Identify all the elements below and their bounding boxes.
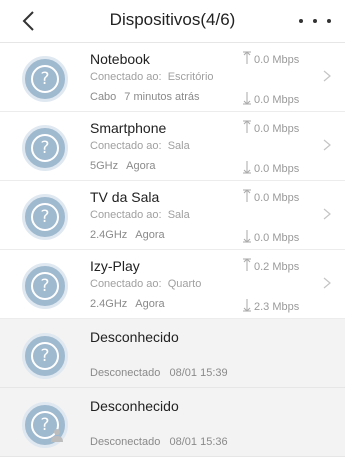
device-name: Desconhecido <box>90 398 179 414</box>
offline-device-row[interactable]: ? Desconhecido Desconectado 08/01 15:39 <box>0 319 345 388</box>
device-name: TV da Sala <box>90 189 160 205</box>
download-arrow-icon <box>243 161 251 174</box>
back-arrow-icon[interactable] <box>18 9 42 33</box>
upload-arrow-icon <box>243 120 251 133</box>
chevron-right-icon <box>323 277 331 289</box>
device-band-time: 5GHz Agora <box>90 160 156 172</box>
device-band-time: 2.4GHz Agora <box>90 229 165 241</box>
device-status: Desconectado 08/01 15:39 <box>90 367 228 379</box>
offline-device-row[interactable]: ? Desconhecido Desconectado 08/01 15:36 <box>0 388 345 457</box>
chevron-right-icon <box>323 208 331 220</box>
download-arrow-icon <box>243 92 251 105</box>
device-connection: Conectado ao: Quarto <box>90 278 202 290</box>
unknown-device-icon: ? <box>22 333 68 379</box>
device-band-time: 2.4GHz Agora <box>90 298 165 310</box>
download-speed: 0.0 Mbps <box>242 229 299 244</box>
more-options-icon[interactable] <box>299 10 331 32</box>
upload-speed: 0.2 Mbps <box>242 258 299 273</box>
upload-speed: 0.0 Mbps <box>242 120 299 135</box>
chevron-right-icon <box>323 139 331 151</box>
device-name: Desconhecido <box>90 329 179 345</box>
device-row[interactable]: ? Izy-Play Conectado ao: Quarto 2.4GHz Ag… <box>0 250 345 319</box>
upload-arrow-icon <box>243 189 251 202</box>
top-bar: Dispositivos(4/6) <box>0 0 345 43</box>
device-name: Smartphone <box>90 120 167 136</box>
download-arrow-icon <box>243 230 251 243</box>
device-row[interactable]: ? Notebook Conectado ao: Escritório Cabo… <box>0 43 345 112</box>
device-connection: Conectado ao: Escritório <box>90 71 214 83</box>
download-speed: 0.0 Mbps <box>242 91 299 106</box>
page-title: Dispositivos(4/6) <box>109 10 236 29</box>
device-connection: Conectado ao: Sala <box>90 140 190 152</box>
device-row[interactable]: ? TV da Sala Conectado ao: Sala 2.4GHz Ag… <box>0 181 345 250</box>
upload-arrow-icon <box>243 258 251 271</box>
upload-speed: 0.0 Mbps <box>242 51 299 66</box>
unknown-device-icon: ? <box>22 263 68 309</box>
device-band-time: Cabo 7 minutos atrás <box>90 91 200 103</box>
chevron-right-icon <box>323 70 331 82</box>
unknown-device-icon: ? <box>22 56 68 102</box>
unknown-device-icon: ? <box>22 125 68 171</box>
person-icon <box>51 429 63 442</box>
device-row[interactable]: ? Smartphone Conectado ao: Sala 5GHz Agor… <box>0 112 345 181</box>
device-connection: Conectado ao: Sala <box>90 209 190 221</box>
device-name: Notebook <box>90 51 150 67</box>
download-speed: 0.0 Mbps <box>242 160 299 175</box>
download-speed: 2.3 Mbps <box>242 298 299 313</box>
device-status: Desconectado 08/01 15:36 <box>90 436 228 448</box>
device-name: Izy-Play <box>90 258 140 274</box>
download-arrow-icon <box>243 299 251 312</box>
unknown-device-icon: ? <box>22 194 68 240</box>
upload-arrow-icon <box>243 51 251 64</box>
upload-speed: 0.0 Mbps <box>242 189 299 204</box>
